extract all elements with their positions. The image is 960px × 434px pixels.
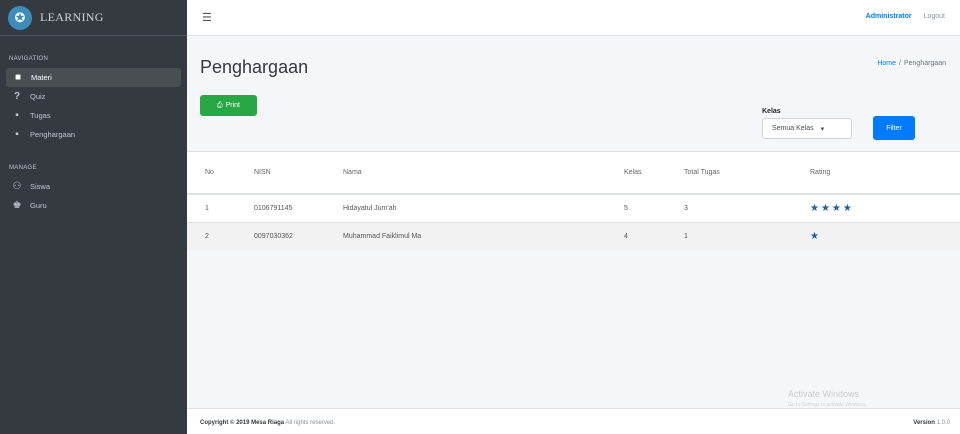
cell-kelas: 5	[624, 193, 684, 222]
print-button[interactable]: ⎙ Print	[200, 95, 257, 116]
kelas-filter-label: Kelas	[762, 108, 781, 115]
sidebar-item-quiz[interactable]: ? Quiz	[0, 87, 187, 106]
cell-rating: ★	[810, 221, 960, 250]
print-label: Print	[225, 102, 240, 109]
sidebar-item-label: Siswa	[30, 182, 51, 191]
breadcrumb-separator: /	[899, 60, 901, 67]
sidebar: ✪ LEARNING NAVIGATION ■ Materi ? Quiz ▪ …	[0, 0, 187, 434]
sidebar-item-siswa[interactable]: ⚇ Siswa	[0, 177, 187, 196]
cell-nama: Hidayatul Jum'ah	[343, 193, 624, 222]
sidebar-item-label: Penghargaan	[30, 130, 76, 139]
sidebar-item-label: Materi	[31, 73, 52, 82]
column-header-total-tugas[interactable]: Total Tugas	[684, 152, 810, 195]
activate-windows-title: Activate Windows	[788, 389, 860, 399]
column-header-no[interactable]: No	[187, 152, 254, 195]
print-icon: ⎙	[216, 101, 223, 109]
version-label: Version	[913, 420, 935, 426]
sidebar-item-penghargaan[interactable]: ▪ Penghargaan	[0, 125, 187, 144]
nav-header: NAVIGATION	[9, 56, 49, 62]
column-header-nisn[interactable]: NISN	[254, 152, 343, 195]
sidebar-item-materi[interactable]: ■ Materi	[6, 68, 181, 87]
rating-stars: ★★★★	[810, 202, 854, 214]
footer-copyright: Copyright © 2019 Mesa Riaga All rights r…	[200, 420, 335, 426]
copyright-text: Copyright © 2019 Mesa Riaga	[200, 420, 285, 426]
table-row: 2 0097030362 Muhammad Faiklimul Ma 4 1 ★	[187, 221, 960, 250]
cell-nisn: 0097030362	[254, 221, 343, 250]
column-header-kelas[interactable]: Kelas	[624, 152, 684, 195]
cell-rating: ★★★★	[810, 193, 960, 222]
cell-nisn: 0106791145	[254, 193, 343, 222]
chevron-down-icon: ▾	[820, 125, 825, 133]
sidebar-item-guru[interactable]: ♚ Guru	[0, 196, 187, 215]
footer-version: Version 1.0.0	[913, 420, 950, 426]
question-icon: ?	[13, 91, 21, 102]
filter-button[interactable]: Filter	[873, 116, 915, 140]
cell-total-tugas: 3	[684, 193, 810, 222]
task-icon: ▪	[15, 110, 19, 121]
awards-table: No NISN Nama Kelas Total Tugas Rating 1 …	[187, 151, 960, 250]
teacher-icon: ♚	[12, 200, 22, 211]
sidebar-item-label: Quiz	[30, 92, 46, 101]
manage-header: MANAGE	[9, 165, 37, 171]
cell-kelas: 4	[624, 221, 684, 250]
sidebar-item-label: Tugas	[30, 111, 51, 120]
rights-text: All rights reserved.	[285, 420, 336, 426]
version-number: 1.0.0	[936, 420, 950, 426]
column-header-rating[interactable]: Rating	[810, 152, 960, 195]
column-header-nama[interactable]: Nama	[343, 152, 624, 195]
cell-nama: Muhammad Faiklimul Ma	[343, 221, 624, 250]
page-title: Penghargaan	[200, 57, 309, 77]
sidebar-item-tugas[interactable]: ▪ Tugas	[0, 106, 187, 125]
sidebar-item-label: Guru	[30, 201, 47, 210]
breadcrumb: Home / Penghargaan	[877, 60, 946, 67]
cell-no: 2	[187, 221, 254, 250]
logout-link[interactable]: Logout	[924, 13, 945, 20]
kelas-select[interactable]: Semua Kelas ▾	[762, 118, 852, 139]
user-menu[interactable]: Administrator	[866, 13, 912, 20]
footer: Copyright © 2019 Mesa Riaga All rights r…	[187, 408, 960, 434]
breadcrumb-current: Penghargaan	[903, 60, 946, 67]
cell-no: 1	[187, 193, 254, 222]
award-icon: ▪	[15, 129, 19, 140]
brand-link[interactable]: ✪ LEARNING	[0, 0, 187, 36]
top-navbar: ☰ Administrator Logout	[187, 0, 960, 36]
brand-name: LEARNING	[40, 10, 104, 24]
kelas-select-value: Semua Kelas	[772, 125, 814, 132]
rating-stars: ★	[810, 230, 821, 242]
book-icon: ■	[14, 72, 22, 83]
menu-toggle-icon[interactable]: ☰	[202, 11, 212, 24]
breadcrumb-home[interactable]: Home	[877, 60, 896, 67]
table-header-row: No NISN Nama Kelas Total Tugas Rating	[187, 152, 960, 195]
cell-total-tugas: 1	[684, 221, 810, 250]
table-row: 1 0106791145 Hidayatul Jum'ah 5 3 ★★★★	[187, 193, 960, 222]
users-icon: ⚇	[12, 181, 22, 192]
brand-logo-icon: ✪	[8, 5, 32, 30]
